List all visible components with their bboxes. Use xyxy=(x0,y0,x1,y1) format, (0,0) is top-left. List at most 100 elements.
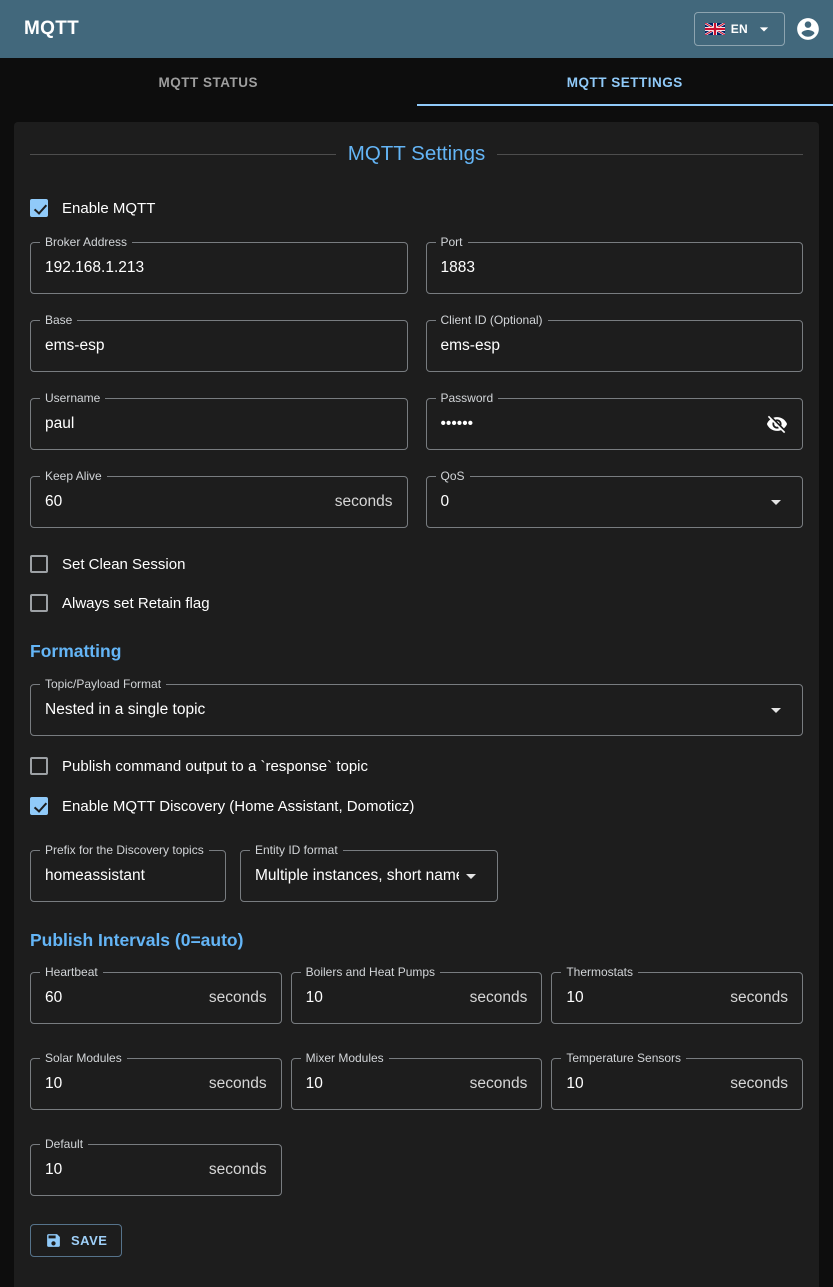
discovery-prefix-value: homeassistant xyxy=(45,867,211,885)
entity-format-select[interactable]: Entity ID format Multiple instances, sho… xyxy=(240,850,498,902)
password-field[interactable]: Password •••••• xyxy=(426,398,804,450)
language-label: EN xyxy=(731,22,748,36)
save-button[interactable]: SAVE xyxy=(30,1224,122,1257)
client-id-label: Client ID (Optional) xyxy=(436,313,548,327)
save-icon xyxy=(45,1232,62,1249)
language-selector-button[interactable]: EN xyxy=(694,12,785,46)
formatting-heading: Formatting xyxy=(30,641,803,662)
divider xyxy=(30,154,336,155)
broker-address-value: 192.168.1.213 xyxy=(45,259,393,277)
solar-interval-field[interactable]: Solar Modules 10 seconds xyxy=(30,1058,282,1110)
thermostats-interval-value: 10 xyxy=(566,989,722,1007)
uk-flag-icon xyxy=(705,23,725,35)
base-field[interactable]: Base ems-esp xyxy=(30,320,408,372)
publish-intervals-heading: Publish Intervals (0=auto) xyxy=(30,930,803,951)
default-interval-value: 10 xyxy=(45,1161,201,1179)
appbar-actions: EN xyxy=(694,12,821,46)
boilers-interval-unit: seconds xyxy=(470,989,528,1007)
entity-format-label: Entity ID format xyxy=(250,843,343,857)
account-button[interactable] xyxy=(795,16,821,42)
username-field[interactable]: Username paul xyxy=(30,398,408,450)
username-label: Username xyxy=(40,391,105,405)
heartbeat-field[interactable]: Heartbeat 60 seconds xyxy=(30,972,282,1024)
qos-label: QoS xyxy=(436,469,470,483)
broker-address-label: Broker Address xyxy=(40,235,132,249)
keep-alive-field[interactable]: Keep Alive 60 seconds xyxy=(30,476,408,528)
retain-flag-checkbox[interactable]: Always set Retain flag xyxy=(30,593,803,613)
heartbeat-unit: seconds xyxy=(209,989,267,1007)
checkbox-icon xyxy=(30,797,48,815)
boilers-interval-value: 10 xyxy=(306,989,462,1007)
qos-value: 0 xyxy=(441,493,765,511)
appbar: MQTT EN xyxy=(0,0,833,58)
boilers-interval-label: Boilers and Heat Pumps xyxy=(301,965,440,979)
temperature-interval-value: 10 xyxy=(566,1075,722,1093)
solar-interval-unit: seconds xyxy=(209,1075,267,1093)
clean-session-label: Set Clean Session xyxy=(62,556,185,573)
password-label: Password xyxy=(436,391,499,405)
base-value: ems-esp xyxy=(45,337,393,355)
enable-discovery-label: Enable MQTT Discovery (Home Assistant, D… xyxy=(62,798,414,815)
temperature-interval-label: Temperature Sensors xyxy=(561,1051,686,1065)
tab-bar: MQTT STATUS MQTT SETTINGS xyxy=(0,58,833,106)
discovery-prefix-field[interactable]: Prefix for the Discovery topics homeassi… xyxy=(30,850,226,902)
mixer-interval-value: 10 xyxy=(306,1075,462,1093)
base-label: Base xyxy=(40,313,77,327)
port-label: Port xyxy=(436,235,468,249)
mixer-interval-unit: seconds xyxy=(470,1075,528,1093)
port-field[interactable]: Port 1883 xyxy=(426,242,804,294)
topic-format-value: Nested in a single topic xyxy=(45,701,764,719)
temperature-interval-unit: seconds xyxy=(730,1075,788,1093)
client-id-field[interactable]: Client ID (Optional) ems-esp xyxy=(426,320,804,372)
thermostats-interval-label: Thermostats xyxy=(561,965,638,979)
enable-discovery-checkbox[interactable]: Enable MQTT Discovery (Home Assistant, D… xyxy=(30,796,803,816)
discovery-prefix-label: Prefix for the Discovery topics xyxy=(40,843,209,857)
keep-alive-value: 60 xyxy=(45,493,327,511)
checkbox-icon xyxy=(30,555,48,573)
default-interval-label: Default xyxy=(40,1137,88,1151)
topic-format-select[interactable]: Topic/Payload Format Nested in a single … xyxy=(30,684,803,736)
checkbox-icon xyxy=(30,757,48,775)
username-value: paul xyxy=(45,415,393,433)
app-title: MQTT xyxy=(24,18,79,40)
heartbeat-value: 60 xyxy=(45,989,201,1007)
tab-mqtt-status[interactable]: MQTT STATUS xyxy=(0,58,417,106)
password-value: •••••• xyxy=(441,415,759,433)
checkbox-icon xyxy=(30,199,48,217)
toggle-password-visibility-button[interactable] xyxy=(766,413,788,435)
eye-off-icon xyxy=(766,413,788,435)
entity-format-value: Multiple instances, short name xyxy=(255,867,459,885)
page-title: MQTT Settings xyxy=(30,142,803,166)
save-button-label: SAVE xyxy=(71,1233,107,1248)
tab-mqtt-settings[interactable]: MQTT SETTINGS xyxy=(417,58,833,106)
default-interval-unit: seconds xyxy=(209,1161,267,1179)
publish-response-label: Publish command output to a `response` t… xyxy=(62,758,368,775)
client-id-value: ems-esp xyxy=(441,337,789,355)
keep-alive-label: Keep Alive xyxy=(40,469,107,483)
temperature-interval-field[interactable]: Temperature Sensors 10 seconds xyxy=(551,1058,803,1110)
publish-response-checkbox[interactable]: Publish command output to a `response` t… xyxy=(30,756,803,776)
retain-flag-label: Always set Retain flag xyxy=(62,595,210,612)
mixer-interval-label: Mixer Modules xyxy=(301,1051,389,1065)
thermostats-interval-unit: seconds xyxy=(730,989,788,1007)
account-circle-icon xyxy=(795,16,821,42)
boilers-interval-field[interactable]: Boilers and Heat Pumps 10 seconds xyxy=(291,972,543,1024)
dropdown-arrow-icon xyxy=(764,490,788,514)
thermostats-interval-field[interactable]: Thermostats 10 seconds xyxy=(551,972,803,1024)
broker-address-field[interactable]: Broker Address 192.168.1.213 xyxy=(30,242,408,294)
qos-select[interactable]: QoS 0 xyxy=(426,476,804,528)
divider xyxy=(497,154,803,155)
dropdown-arrow-icon xyxy=(459,864,483,888)
checkbox-icon xyxy=(30,594,48,612)
keep-alive-unit: seconds xyxy=(335,493,393,511)
settings-title: MQTT Settings xyxy=(348,142,485,166)
default-interval-field[interactable]: Default 10 seconds xyxy=(30,1144,282,1196)
solar-interval-label: Solar Modules xyxy=(40,1051,127,1065)
enable-mqtt-checkbox[interactable]: Enable MQTT xyxy=(30,198,803,218)
heartbeat-label: Heartbeat xyxy=(40,965,103,979)
solar-interval-value: 10 xyxy=(45,1075,201,1093)
chevron-down-icon xyxy=(754,19,774,39)
settings-card: MQTT Settings Enable MQTT Broker Address… xyxy=(14,122,819,1287)
mixer-interval-field[interactable]: Mixer Modules 10 seconds xyxy=(291,1058,543,1110)
clean-session-checkbox[interactable]: Set Clean Session xyxy=(30,554,803,574)
